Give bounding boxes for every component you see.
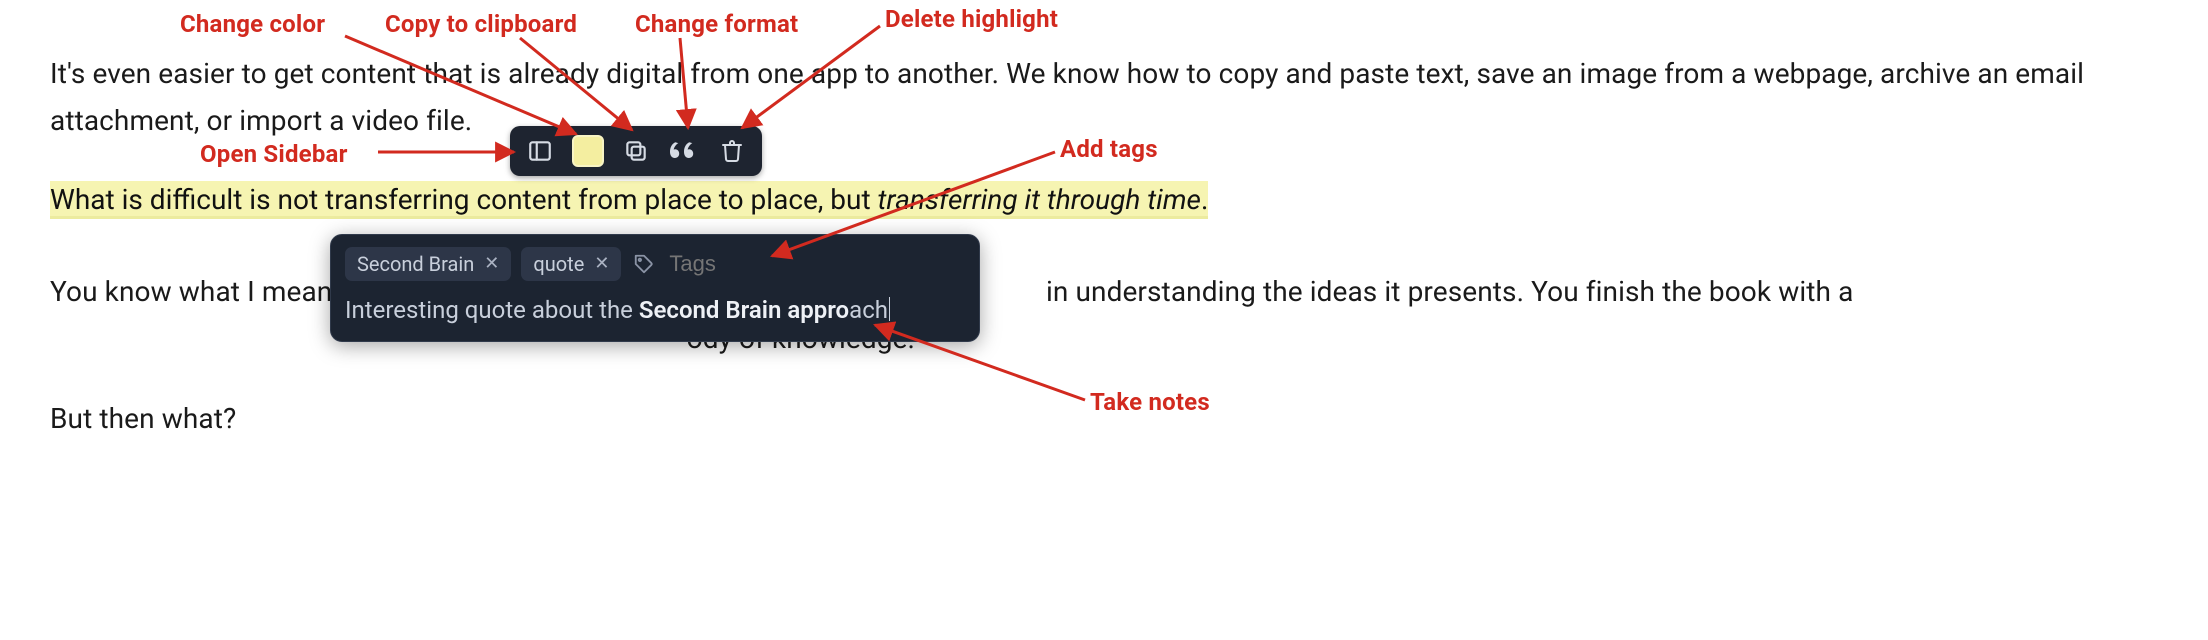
paragraph-3b: in understanding the ideas it presents. … xyxy=(1046,275,1853,308)
tag-remove-icon[interactable]: ✕ xyxy=(484,251,499,277)
note-textarea[interactable]: Interesting quote about the Second Brain… xyxy=(345,295,965,325)
change-color-button[interactable] xyxy=(566,129,610,173)
annotation-copy: Copy to clipboard xyxy=(385,10,577,38)
article-canvas: It's even easier to get content that is … xyxy=(0,0,2208,640)
highlight-toolbar xyxy=(510,126,762,176)
annotation-take-notes: Take notes xyxy=(1090,388,1210,416)
text-caret xyxy=(889,297,891,321)
change-format-button[interactable] xyxy=(662,129,706,173)
tag-chip-label: quote xyxy=(533,251,584,277)
tag-chip-second-brain[interactable]: Second Brain ✕ xyxy=(345,247,511,281)
tag-input[interactable] xyxy=(667,250,771,278)
copy-icon xyxy=(623,138,649,164)
highlight-text-tail: . xyxy=(1201,183,1208,216)
note-text-plain-1: Interesting quote about the xyxy=(345,296,639,324)
highlight-text-italic: transferring it through time xyxy=(878,183,1201,216)
paragraph-1: It's even easier to get content that is … xyxy=(50,50,2158,144)
quote-icon xyxy=(670,141,698,161)
tag-chip-quote[interactable]: quote ✕ xyxy=(521,247,621,281)
trash-icon xyxy=(720,138,744,164)
paragraph-3a: You know what I mean xyxy=(50,275,332,308)
note-panel: Second Brain ✕ quote ✕ Interesting quote… xyxy=(330,234,980,342)
color-swatch-icon xyxy=(572,135,604,167)
highlighted-passage[interactable]: What is difficult is not transferring co… xyxy=(50,180,1208,220)
note-text-bold-1: Second Brain appro xyxy=(639,296,849,324)
sidebar-icon xyxy=(527,138,553,164)
tag-chip-label: Second Brain xyxy=(357,251,474,277)
annotation-change-color: Change color xyxy=(180,10,325,38)
copy-button[interactable] xyxy=(614,129,658,173)
annotation-change-format: Change format xyxy=(635,10,798,38)
annotation-open-sidebar: Open Sidebar xyxy=(200,140,348,168)
tag-remove-icon[interactable]: ✕ xyxy=(594,251,609,277)
note-text-plain-2: ach xyxy=(849,296,888,324)
annotation-delete-highlight: Delete highlight xyxy=(885,5,1058,33)
tag-row: Second Brain ✕ quote ✕ xyxy=(345,247,965,281)
highlight-text-plain: What is difficult is not transferring co… xyxy=(50,183,878,216)
annotation-add-tags: Add tags xyxy=(1060,135,1158,163)
tag-icon xyxy=(631,251,657,277)
open-sidebar-button[interactable] xyxy=(518,129,562,173)
delete-highlight-button[interactable] xyxy=(710,129,754,173)
